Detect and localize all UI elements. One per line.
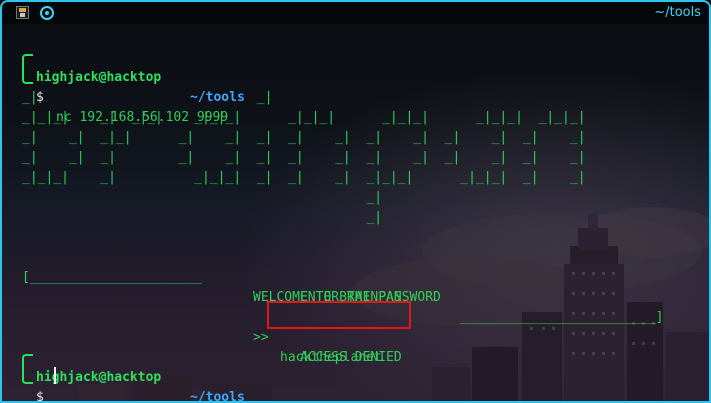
response-line: ACCESS DENIED [253,328,402,365]
prompt-symbol: $ [36,390,44,403]
terminal-window: ~/tools highjack@hacktop ~/tools $ nc 19… [0,0,711,403]
command-line[interactable]: $ [2,368,402,401]
welcome-banner: [______________________ WELCOME TO BRAIN… [22,248,702,325]
ascii-art-line: _|_|_| _| _|_|_| _| _| _| _|_|_| _|_|_| … [22,170,586,185]
text-cursor [54,367,56,384]
enter-password-line: ENTER THE PASSWORD [253,268,441,305]
banner-right-rule: _________________________] [460,310,664,325]
ascii-art-line: _|_|_| _| _|_| _|_|_| _|_|_| _|_|_| _|_|… [22,110,586,125]
ascii-art-line: _| [22,210,383,225]
prompt-line: highjack@hacktop ~/tools [2,348,402,401]
ascii-art-banner: _| _| _|_|_| _| _|_| _|_|_| _|_|_| _|_|_… [22,88,586,228]
banner-left-rule: [______________________ [22,270,203,285]
command-line: $ nc 192.168.56.102 9999 [2,68,402,125]
ascii-art-line: _| _| _|_| _| _| _| _| _| _| _| _| _| _|… [22,130,586,145]
ascii-art-line: _| _| _| _| _| _| _| _| _| _| _| _| _| _… [22,150,586,165]
ascii-art-line: _| _| [22,90,273,105]
ascii-art-line: _| [22,190,383,205]
terminal-output[interactable]: highjack@hacktop ~/tools $ nc 192.168.56… [2,2,709,401]
prompt-line: highjack@hacktop ~/tools [2,48,402,105]
prompt-path: ~/tools [190,390,245,403]
password-highlight-box [267,301,411,329]
